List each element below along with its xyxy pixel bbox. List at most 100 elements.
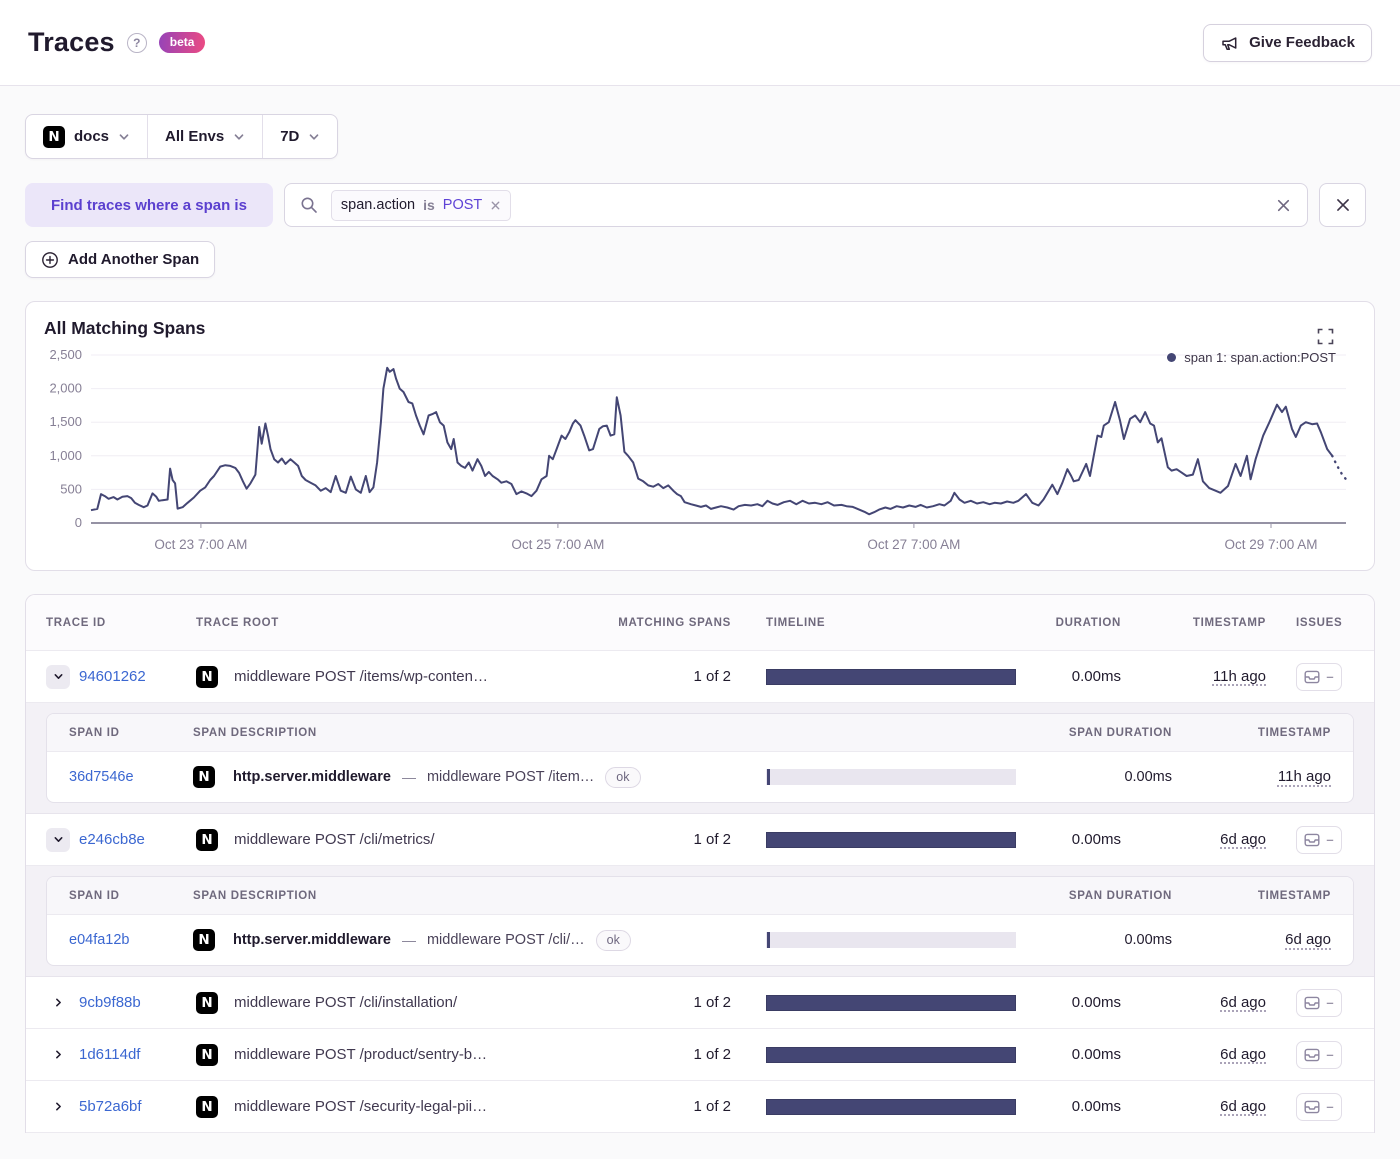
span-id-link[interactable]: 36d7546e [69,769,134,785]
timestamp-link[interactable]: 6d ago [1220,994,1266,1011]
span-query-row: Find traces where a span is span.action … [25,183,1366,227]
span-timestamp-link[interactable]: 11h ago [1278,768,1331,785]
separator-dash: — [401,932,416,948]
trace-id-link[interactable]: 9cb9f88b [79,994,141,1011]
col-span-id: SPAN ID [69,889,120,902]
issues-button[interactable]: – [1296,1040,1342,1069]
expand-chart-icon[interactable] [1317,328,1334,350]
trace-row[interactable]: e246cb8e Nmiddleware POST /cli/metrics/ … [26,814,1374,866]
remove-span-button[interactable] [1319,183,1366,227]
svg-text:Oct 27 7:00 AM: Oct 27 7:00 AM [867,537,960,552]
timestamp-link[interactable]: 11h ago [1213,668,1266,685]
project-selector[interactable]: N docs [26,115,147,158]
duration-value: 0.00ms [1071,831,1121,848]
col-span-id: SPAN ID [69,726,120,739]
search-token[interactable]: span.action is POST [330,189,512,221]
give-feedback-button[interactable]: Give Feedback [1203,23,1372,62]
nextjs-logo: N [196,828,218,851]
chevron-right-icon [55,998,61,1007]
spans-subtable: SPAN ID SPAN DESCRIPTION SPAN DURATION T… [46,713,1354,803]
timestamp-link[interactable]: 6d ago [1220,1046,1266,1063]
trace-id-link[interactable]: 1d6114df [79,1046,140,1063]
timeline-bar[interactable] [766,1046,1016,1063]
span-row[interactable]: e04fa12b Nhttp.server.middleware — middlew… [47,915,1353,965]
span-search-input[interactable]: span.action is POST [283,183,1308,227]
chevron-down-icon [310,133,319,140]
span-timeline-bar[interactable] [766,769,1016,785]
col-trace-id: TRACE ID [46,616,106,629]
collapse-trace-button[interactable] [46,664,70,689]
issues-button[interactable]: – [1296,825,1342,854]
matching-spans-count: 1 of 2 [693,831,731,848]
timeline-bar[interactable] [766,994,1016,1011]
trace-root-text: middleware POST /product/sentry-b… [234,1046,488,1063]
remove-token-icon[interactable] [490,200,501,211]
span-duration-value: 0.00ms [1124,932,1172,948]
chevron-down-icon [119,133,129,140]
col-timestamp: TIMESTAMP [1192,616,1266,629]
issues-count: – [1326,669,1334,684]
issues-button[interactable]: – [1296,662,1342,691]
trace-id-link[interactable]: 94601262 [79,668,146,685]
help-icon[interactable]: ? [126,32,147,53]
token-value: POST [442,197,483,213]
environment-selector[interactable]: All Envs [147,115,262,158]
top-bar: Traces ? beta Give Feedback [0,0,1400,86]
col-matching-spans: MATCHING SPANS [618,616,731,629]
expand-trace-button[interactable] [46,1043,70,1067]
timestamp-link[interactable]: 6d ago [1220,831,1266,848]
spans-subtable-header: SPAN ID SPAN DESCRIPTION SPAN DURATION T… [47,714,1353,752]
issues-button[interactable]: – [1296,1092,1342,1121]
trace-row[interactable]: 9cb9f88b Nmiddleware POST /cli/installat… [26,977,1374,1029]
duration-value: 0.00ms [1071,994,1121,1011]
megaphone-icon [1220,34,1240,52]
clear-search-icon[interactable] [1275,197,1292,214]
nextjs-logo: N [193,929,215,951]
expand-trace-button[interactable] [46,991,70,1015]
col-timeline: TIMELINE [766,616,826,629]
span-op: http.server.middleware [233,769,391,785]
nextjs-logo: N [193,766,215,788]
svg-text:2,500: 2,500 [49,347,82,362]
trace-row[interactable]: 94601262 Nmiddleware POST /items/wp-cont… [26,651,1374,703]
svg-text:500: 500 [60,481,82,496]
span-timeline-bar[interactable] [766,932,1016,948]
issues-button[interactable]: – [1296,988,1342,1017]
trace-row[interactable]: 5b72a6bf Nmiddleware POST /security-lega… [26,1081,1374,1133]
collapse-trace-button[interactable] [46,827,70,852]
span-id-link[interactable]: e04fa12b [69,932,129,948]
expand-trace-button[interactable] [46,1095,70,1119]
issues-icon [1304,670,1320,683]
issues-count: – [1326,995,1334,1010]
trace-root-text: middleware POST /cli/installation/ [234,994,458,1011]
timeline-bar[interactable] [766,831,1016,848]
matching-spans-count: 1 of 2 [693,668,731,685]
duration-value: 0.00ms [1071,668,1121,685]
expanded-spans-section: SPAN ID SPAN DESCRIPTION SPAN DURATION T… [26,703,1374,814]
spans-subtable: SPAN ID SPAN DESCRIPTION SPAN DURATION T… [46,876,1354,966]
add-another-span-button[interactable]: Add Another Span [25,241,216,278]
chart-legend[interactable]: span 1: span.action:POST [1167,350,1336,365]
separator-dash: — [401,769,416,785]
date-range-selector[interactable]: 7D [262,115,337,158]
trace-root-text: middleware POST /security-legal-pii… [234,1098,488,1115]
chevron-down-icon [54,674,62,679]
timestamp-link[interactable]: 6d ago [1220,1098,1266,1115]
plus-circle-icon [41,251,59,269]
nextjs-logo: N [196,1043,218,1066]
trace-row[interactable]: 1d6114df Nmiddleware POST /product/sentr… [26,1029,1374,1081]
trace-id-link[interactable]: 5b72a6bf [79,1098,142,1115]
nextjs-logo: N [196,991,218,1014]
timeline-bar[interactable] [766,1098,1016,1115]
span-timestamp-link[interactable]: 6d ago [1285,931,1331,948]
svg-text:1,500: 1,500 [49,414,82,429]
span-row[interactable]: 36d7546e Nhttp.server.middleware — middlew… [47,752,1353,802]
timeline-bar[interactable] [766,668,1016,685]
trace-id-link[interactable]: e246cb8e [79,831,145,848]
span-duration-value: 0.00ms [1124,769,1172,785]
spans-line-chart[interactable]: 0 500 1,000 1,500 2,000 2,500 Oct 23 7:00 AM Oc… [44,345,1356,557]
svg-text:Oct 29 7:00 AM: Oct 29 7:00 AM [1224,537,1317,552]
col-span-timestamp: TIMESTAMP [1257,889,1331,902]
col-span-timestamp: TIMESTAMP [1257,726,1331,739]
col-span-duration: SPAN DURATION [1068,726,1172,739]
